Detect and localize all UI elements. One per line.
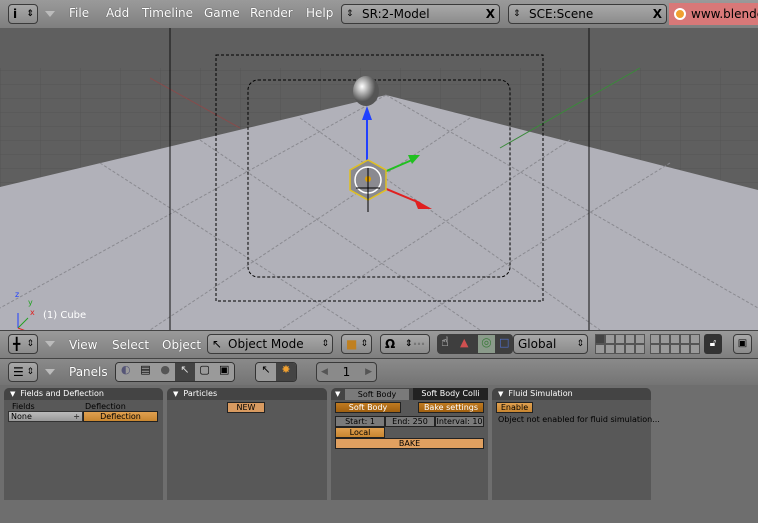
fields-type-select[interactable]: None ÷ <box>8 411 83 422</box>
menu-help[interactable]: Help <box>306 6 333 20</box>
editor-type-3d-button[interactable]: ╋ ⇕ <box>8 334 38 354</box>
editor-type-buttons-button[interactable]: ☰ ⇕ <box>8 362 38 382</box>
scene-selector[interactable]: SCE:Scene ⇕ X <box>508 4 667 24</box>
deflection-button[interactable]: Deflection <box>83 411 158 422</box>
enable-fluid-button[interactable]: Enable <box>496 402 533 413</box>
rotate-icon[interactable]: ◎ <box>478 335 495 353</box>
menu-object[interactable]: Object <box>162 338 201 352</box>
context-tabs: ◐ ▤ ● ↖ ▢ ▣ <box>115 362 235 382</box>
fields-value: None <box>11 412 32 421</box>
physics-subtab-icon[interactable]: ✸ <box>276 363 296 381</box>
object-mode-icon: ↖ <box>212 337 223 351</box>
menu-render[interactable]: Render <box>250 6 293 20</box>
mode-value: Object Mode <box>228 337 304 351</box>
sphere-object <box>353 76 379 106</box>
screen-name: SR:2-Model <box>362 7 430 21</box>
panel-title: Particles <box>183 389 218 398</box>
fluid-status-message: Object not enabled for fluid simulation.… <box>498 415 660 424</box>
bake-button[interactable]: BAKE <box>335 438 484 449</box>
panel-header[interactable]: ▼ Particles <box>167 388 327 400</box>
editing-tab-icon[interactable]: ▢ <box>194 363 215 381</box>
screen-delete-button[interactable]: X <box>486 5 495 23</box>
panel-fluid-simulation: ▼ Fluid Simulation Enable Object not enab… <box>492 388 660 500</box>
3d-viewport[interactable]: z y x (1) Cube <box>0 28 758 330</box>
axis-x-label: x <box>30 308 35 317</box>
local-toggle[interactable]: Local <box>335 427 385 438</box>
panel-title: Fluid Simulation <box>508 389 573 398</box>
scene-name: SCE:Scene <box>529 7 594 21</box>
panel-fields-deflection: ▼ Fields and Deflection Fields Deflection… <box>4 388 163 500</box>
lock-layers-icon[interactable]: 🔓︎ <box>704 334 722 354</box>
hand-manipulator-icon[interactable]: ☝ <box>441 335 449 350</box>
translate-icon[interactable]: ▲ <box>460 336 468 349</box>
script-tab-icon[interactable]: ▤ <box>135 363 156 381</box>
manipulator-group: ☝ ▲ ◎ □ <box>437 334 513 354</box>
menu-file[interactable]: File <box>69 6 89 20</box>
menu-panels[interactable]: Panels <box>69 365 108 379</box>
collapse-menu-icon[interactable] <box>45 341 55 347</box>
axis-z-label: z <box>15 290 20 299</box>
scale-icon[interactable]: □ <box>499 336 509 349</box>
panel-header[interactable]: ▼ Fields and Deflection <box>4 388 163 400</box>
sub-context-tabs: ↖ ✸ <box>255 362 297 382</box>
panel-soft-body: ▼ Soft Body Soft Body Colli Soft Body Ba… <box>331 388 488 500</box>
menu-select[interactable]: Select <box>112 338 149 352</box>
scene-delete-button[interactable]: X <box>653 5 662 23</box>
active-object-label: (1) Cube <box>43 310 87 321</box>
buttons-header: ☰ ⇕ Panels ◐ ▤ ● ↖ ▢ ▣ ↖ ✸ ◀ 1 ▶ <box>0 358 758 385</box>
panel-header[interactable]: ▼ Fluid Simulation <box>492 388 651 400</box>
proportional-edit-button[interactable]: Ω ⇕ ⋯ <box>380 334 430 354</box>
menu-add[interactable]: Add <box>106 6 129 20</box>
viewport-scene <box>0 28 758 330</box>
orientation-value: Global <box>518 337 557 351</box>
menu-game[interactable]: Game <box>204 6 240 20</box>
end-frame-field[interactable]: End: 250 <box>385 416 435 427</box>
bake-settings-toggle[interactable]: Bake settings <box>418 402 484 413</box>
render-preview-icon[interactable]: ▣ <box>733 334 752 354</box>
collapse-menu-icon[interactable] <box>45 369 55 375</box>
mode-selector[interactable]: ↖ Object Mode ⇕ <box>207 334 333 354</box>
editor-type-info-button[interactable]: i ⇕ <box>8 4 38 24</box>
panel-header: ▼ Soft Body Soft Body Colli <box>331 388 488 400</box>
object-tab-icon[interactable]: ↖ <box>175 363 195 381</box>
collapse-menu-icon[interactable] <box>45 11 55 17</box>
layers-group-2[interactable] <box>650 334 701 355</box>
top-header: i ⇕ File Add Timeline Game Render Help SR… <box>0 0 758 28</box>
menu-timeline[interactable]: Timeline <box>142 6 193 20</box>
screen-selector[interactable]: SR:2-Model ⇕ X <box>341 4 500 24</box>
layers-group-1[interactable] <box>595 334 646 355</box>
soft-body-toggle[interactable]: Soft Body <box>335 402 401 413</box>
tab-soft-body[interactable]: Soft Body <box>345 389 409 400</box>
tab-soft-body-collision[interactable]: Soft Body Colli <box>413 388 488 400</box>
url-text: www.blender.org <box>691 7 758 21</box>
3d-view-header: ╋ ⇕ View Select Object ↖ Object Mode ⇕ ■ ⇕ Ω… <box>0 330 758 358</box>
menu-view[interactable]: View <box>69 338 97 352</box>
pivot-selector[interactable]: ■ ⇕ <box>341 334 372 354</box>
fields-label: Fields <box>12 402 35 411</box>
frame-number-field[interactable]: ◀ 1 ▶ <box>316 362 377 382</box>
object-subtab-icon[interactable]: ↖ <box>256 363 276 381</box>
blender-logo-icon <box>674 8 686 20</box>
logic-tab-icon[interactable]: ◐ <box>116 363 136 381</box>
axis-y-label: y <box>28 298 33 307</box>
panel-particles: ▼ Particles NEW <box>167 388 327 500</box>
shading-tab-icon[interactable]: ● <box>155 363 176 381</box>
orientation-selector[interactable]: Global ⇕ <box>513 334 588 354</box>
frame-value: 1 <box>342 365 351 379</box>
panel-title: Fields and Deflection <box>20 389 104 398</box>
scene-tab-icon[interactable]: ▣ <box>214 363 234 381</box>
blender-url-link[interactable]: www.blender.org <box>669 3 758 25</box>
new-particles-button[interactable]: NEW <box>227 402 265 413</box>
deflection-label: Deflection <box>85 402 126 411</box>
start-frame-field[interactable]: Start: 1 <box>335 416 385 427</box>
interval-field[interactable]: Interval: 10 <box>435 416 484 427</box>
